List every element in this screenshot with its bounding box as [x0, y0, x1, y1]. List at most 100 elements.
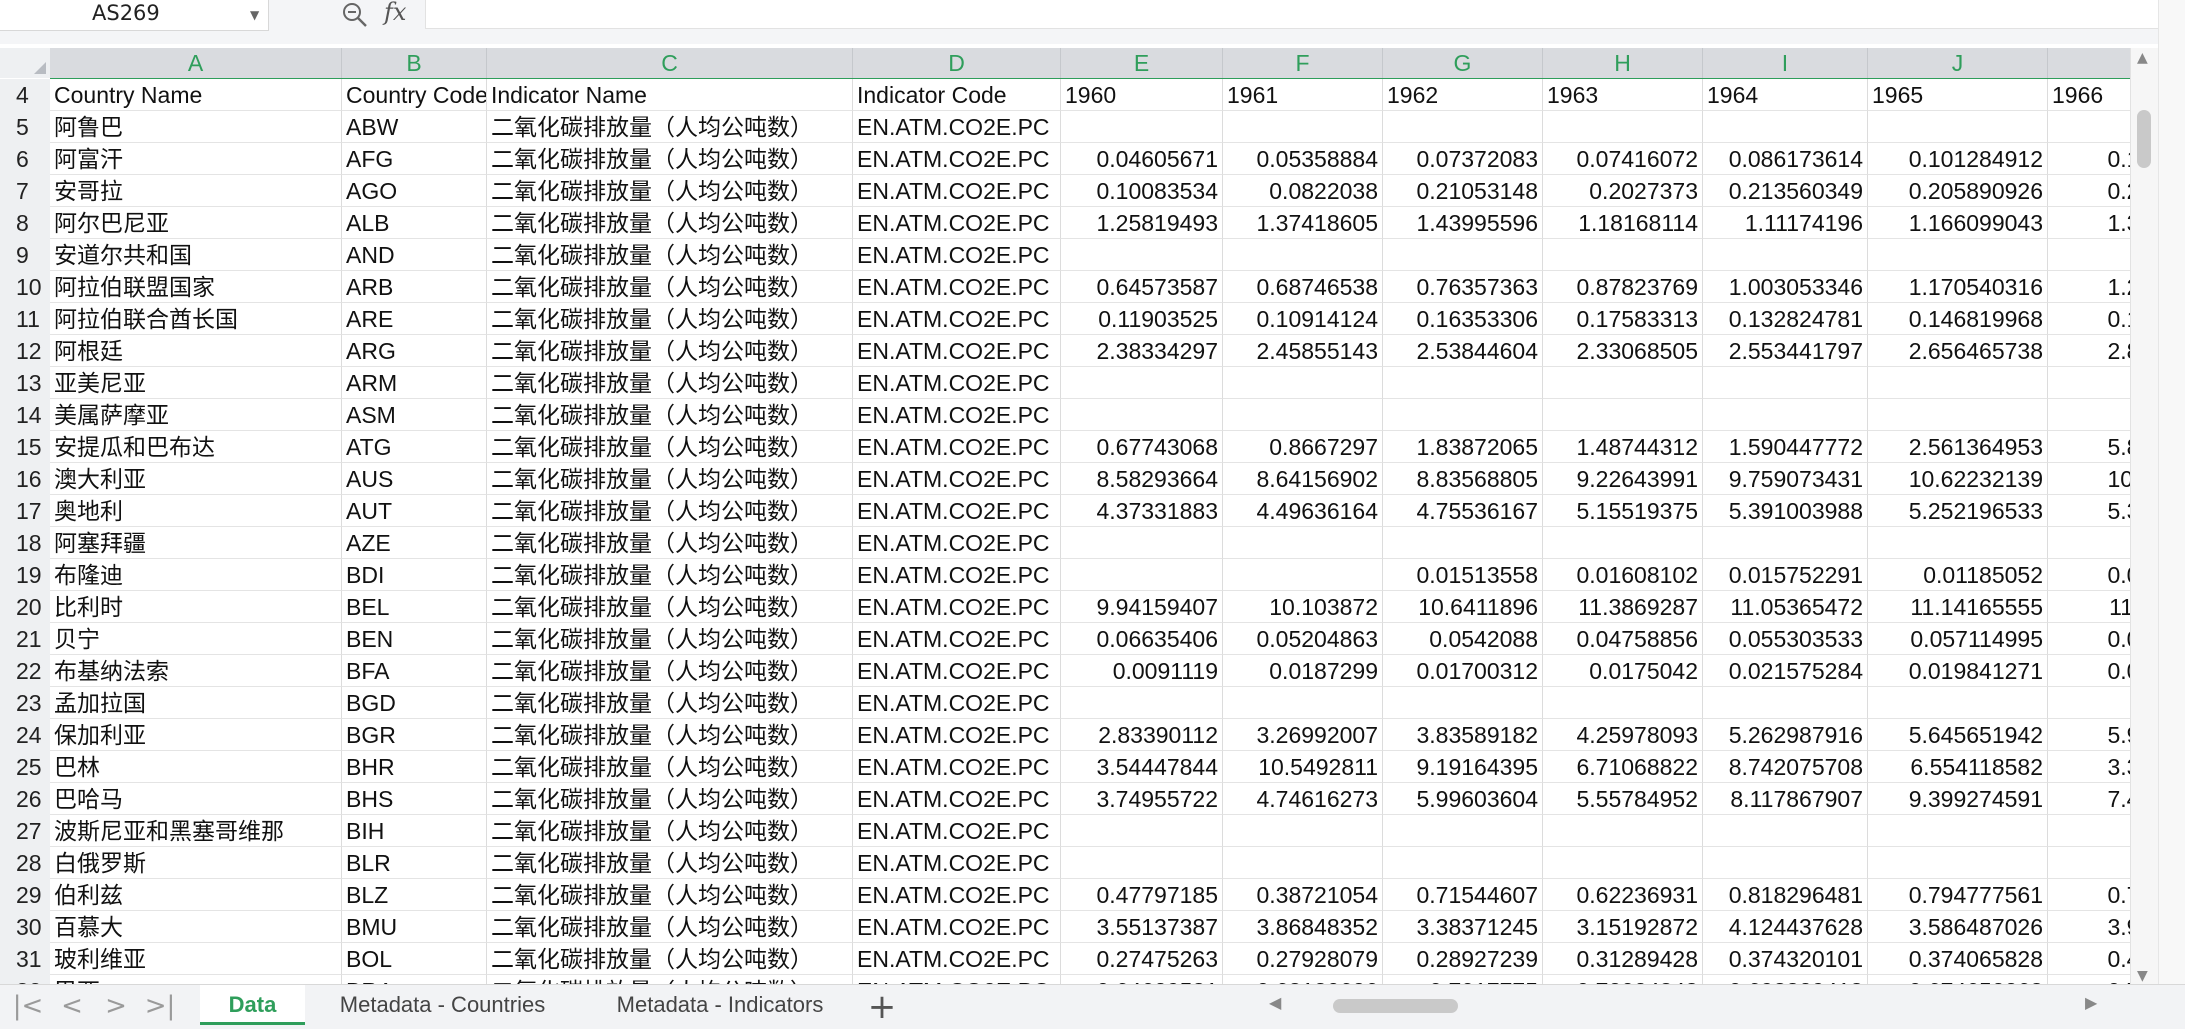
table-cell[interactable]: 二氧化碳排放量（人均公吨数）: [487, 559, 853, 591]
table-cell[interactable]: 二氧化碳排放量（人均公吨数）: [487, 815, 853, 847]
table-cell[interactable]: [1223, 367, 1383, 399]
table-cell[interactable]: 1965: [1868, 79, 2048, 111]
table-cell[interactable]: 0.76357363: [1383, 271, 1543, 303]
table-cell[interactable]: [1223, 239, 1383, 271]
table-cell[interactable]: [2048, 527, 2130, 559]
table-cell[interactable]: EN.ATM.CO2E.PC: [853, 111, 1061, 143]
table-cell[interactable]: EN.ATM.CO2E.PC: [853, 655, 1061, 687]
table-cell[interactable]: 二氧化碳排放量（人均公吨数）: [487, 751, 853, 783]
table-cell[interactable]: BEN: [342, 623, 487, 655]
table-cell[interactable]: [1543, 239, 1703, 271]
table-cell[interactable]: 0.0822038: [1223, 175, 1383, 207]
last-sheet-icon[interactable]: >|: [140, 991, 180, 1021]
table-cell[interactable]: 0.21053148: [1383, 175, 1543, 207]
table-cell[interactable]: [1383, 239, 1543, 271]
row-header[interactable]: 20: [0, 591, 50, 623]
table-cell[interactable]: 2.33068505: [1543, 335, 1703, 367]
table-cell[interactable]: 3.384: [2048, 751, 2130, 783]
table-cell[interactable]: BHS: [342, 783, 487, 815]
table-cell[interactable]: [1383, 367, 1543, 399]
horizontal-scroll-thumb[interactable]: [1333, 999, 1458, 1013]
table-cell[interactable]: 二氧化碳排放量（人均公吨数）: [487, 495, 853, 527]
table-cell[interactable]: BMU: [342, 911, 487, 943]
table-cell[interactable]: 0.01608102: [1543, 559, 1703, 591]
table-cell[interactable]: 0.146819968: [1868, 303, 2048, 335]
table-cell[interactable]: 二氧化碳排放量（人均公吨数）: [487, 847, 853, 879]
table-cell[interactable]: 0.47797185: [1061, 879, 1223, 911]
table-cell[interactable]: [1061, 847, 1223, 879]
table-cell[interactable]: [1703, 687, 1868, 719]
table-cell[interactable]: 二氧化碳排放量（人均公吨数）: [487, 111, 853, 143]
table-cell[interactable]: 0.64573587: [1061, 271, 1223, 303]
table-cell[interactable]: [1383, 847, 1543, 879]
table-cell[interactable]: EN.ATM.CO2E.PC: [853, 143, 1061, 175]
table-cell[interactable]: [1703, 367, 1868, 399]
table-cell[interactable]: ALB: [342, 207, 487, 239]
table-cell[interactable]: 二氧化碳排放量（人均公吨数）: [487, 399, 853, 431]
table-cell[interactable]: 0.31289428: [1543, 943, 1703, 975]
table-cell[interactable]: [1223, 559, 1383, 591]
table-cell[interactable]: [1868, 687, 2048, 719]
table-cell[interactable]: 8.58293664: [1061, 463, 1223, 495]
table-cell[interactable]: 8.117867907: [1703, 783, 1868, 815]
table-cell[interactable]: 4.25978093: [1543, 719, 1703, 751]
table-cell[interactable]: [1223, 815, 1383, 847]
table-cell[interactable]: [1061, 687, 1223, 719]
table-cell[interactable]: [1868, 399, 2048, 431]
table-cell[interactable]: 8.742075708: [1703, 751, 1868, 783]
name-box-dropdown-icon[interactable]: ▼: [250, 2, 259, 28]
table-cell[interactable]: 10.32: [2048, 463, 2130, 495]
table-cell[interactable]: 0.268: [2048, 175, 2130, 207]
table-cell[interactable]: AZE: [342, 527, 487, 559]
table-cell[interactable]: 巴哈马: [50, 783, 342, 815]
table-cell[interactable]: [1868, 847, 2048, 879]
table-cell[interactable]: EN.ATM.CO2E.PC: [853, 399, 1061, 431]
table-cell[interactable]: 伯利兹: [50, 879, 342, 911]
column-header-b[interactable]: B: [342, 48, 487, 78]
table-cell[interactable]: 阿塞拜疆: [50, 527, 342, 559]
column-header-d[interactable]: D: [853, 48, 1061, 78]
table-cell[interactable]: EN.ATM.CO2E.PC: [853, 175, 1061, 207]
table-cell[interactable]: EN.ATM.CO2E.PC: [853, 207, 1061, 239]
table-cell[interactable]: 10.62232139: [1868, 463, 2048, 495]
table-cell[interactable]: 10.6411896: [1383, 591, 1543, 623]
table-cell[interactable]: BDI: [342, 559, 487, 591]
table-cell[interactable]: BGD: [342, 687, 487, 719]
table-cell[interactable]: 2.83390112: [1061, 719, 1223, 751]
table-cell[interactable]: 5.55784952: [1543, 783, 1703, 815]
table-cell[interactable]: 10.5492811: [1223, 751, 1383, 783]
table-cell[interactable]: 0.101284912: [1868, 143, 2048, 175]
table-cell[interactable]: 二氧化碳排放量（人均公吨数）: [487, 655, 853, 687]
table-cell[interactable]: 1.83872065: [1383, 431, 1543, 463]
table-cell[interactable]: 3.54447844: [1061, 751, 1223, 783]
table-cell[interactable]: 0.62236931: [1543, 879, 1703, 911]
table-cell[interactable]: 9.19164395: [1383, 751, 1543, 783]
table-cell[interactable]: 1.18168114: [1543, 207, 1703, 239]
table-cell[interactable]: 0.10083534: [1061, 175, 1223, 207]
table-cell[interactable]: ARM: [342, 367, 487, 399]
tab-metadata-countries[interactable]: Metadata - Countries: [320, 985, 565, 1025]
table-cell[interactable]: 9.94159407: [1061, 591, 1223, 623]
table-cell[interactable]: 澳大利亚: [50, 463, 342, 495]
table-cell[interactable]: 9.399274591: [1868, 783, 2048, 815]
name-box[interactable]: AS269 ▼: [0, 0, 269, 31]
table-cell[interactable]: 0.055303533: [1703, 623, 1868, 655]
table-cell[interactable]: [1543, 399, 1703, 431]
table-cell[interactable]: 0.67743068: [1061, 431, 1223, 463]
table-cell[interactable]: 0.160: [2048, 303, 2130, 335]
table-cell[interactable]: EN.ATM.CO2E.PC: [853, 303, 1061, 335]
table-cell[interactable]: [1061, 399, 1223, 431]
table-cell[interactable]: 4.75536167: [1383, 495, 1543, 527]
table-cell[interactable]: EN.ATM.CO2E.PC: [853, 911, 1061, 943]
table-cell[interactable]: 0.015752291: [1703, 559, 1868, 591]
table-cell[interactable]: 1.333: [2048, 207, 2130, 239]
table-cell[interactable]: 3.954: [2048, 911, 2130, 943]
table-cell[interactable]: 二氧化碳排放量（人均公吨数）: [487, 303, 853, 335]
column-header-f[interactable]: F: [1223, 48, 1383, 78]
table-cell[interactable]: 0.27928079: [1223, 943, 1383, 975]
formula-input[interactable]: [425, 0, 2159, 29]
table-cell[interactable]: 2.561364953: [1868, 431, 2048, 463]
table-cell[interactable]: 5.262987916: [1703, 719, 1868, 751]
row-header[interactable]: 29: [0, 879, 50, 911]
table-cell[interactable]: 5.361: [2048, 495, 2130, 527]
